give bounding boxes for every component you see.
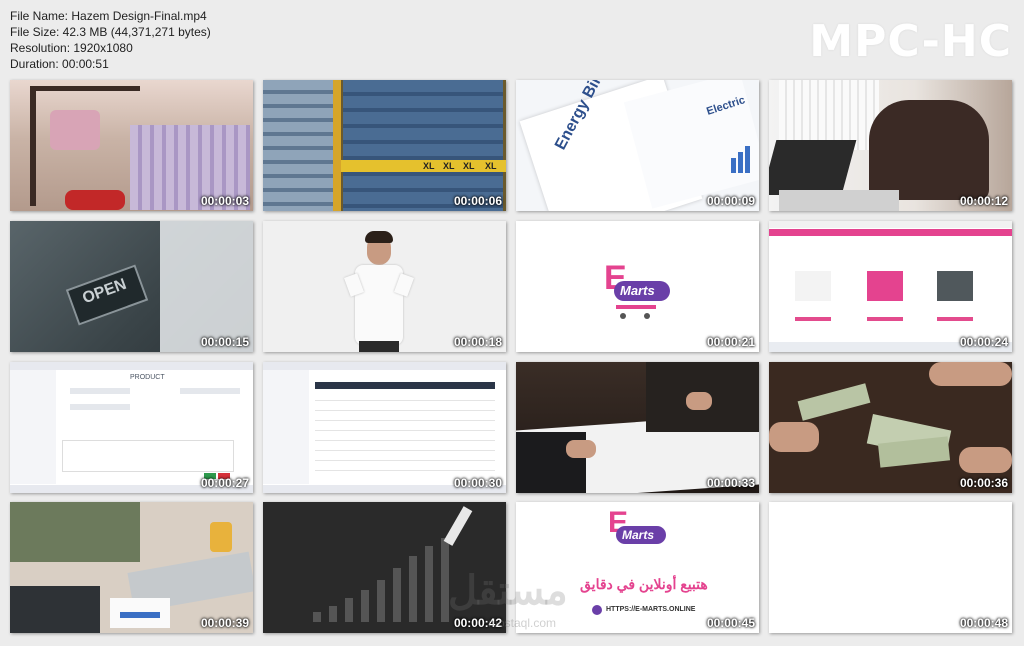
thumbnail-timestamp: 00:00:03 — [200, 194, 249, 208]
emarts-promo-text: Marts — [622, 528, 655, 542]
duration: Duration: 00:00:51 — [10, 57, 109, 71]
promo-url[interactable]: HTTPS://E-MARTS.ONLINE — [606, 606, 695, 613]
player-logo: MPC-HC — [809, 16, 1012, 67]
file-name: File Name: Hazem Design-Final.mp4 — [10, 9, 207, 23]
thumbnail-timestamp: 00:00:24 — [959, 335, 1008, 349]
thumbnail-accounting[interactable]: 00:00:39 — [10, 502, 253, 633]
thumbnail-blank[interactable]: 00:00:48 — [769, 502, 1012, 633]
thumbnail-handshake[interactable]: 00:00:33 — [516, 362, 759, 493]
thumbnail-timestamp: 00:00:18 — [453, 335, 502, 349]
thumbnail-clothing-store[interactable]: 00:00:03 — [10, 80, 253, 211]
watermark-latin: mostaql.com — [488, 616, 557, 630]
thumbnail-timestamp: 00:00:21 — [706, 335, 755, 349]
shelf-label: XL — [485, 161, 497, 171]
thumbnail-timestamp: 00:00:06 — [453, 194, 502, 208]
thumbnail-emarts-logo[interactable]: E Marts 00:00:21 — [516, 221, 759, 352]
thumbnail-open-sign[interactable]: OPEN 00:00:15 — [10, 221, 253, 352]
thumbnail-timestamp: 00:00:36 — [959, 476, 1008, 490]
thumbnail-timestamp: 00:00:30 — [453, 476, 502, 490]
promo-headline: هتبيع أونلاين في دقايق — [580, 576, 708, 592]
shelf-label: XL — [463, 161, 475, 171]
thumbnail-timestamp: 00:00:33 — [706, 476, 755, 490]
watermark-arabic: مستقل — [448, 569, 568, 613]
thumbnail-dashboard-table[interactable]: 00:00:30 — [263, 362, 506, 493]
thumbnail-store-website[interactable]: 00:00:24 — [769, 221, 1012, 352]
thumbnail-timestamp: 00:00:09 — [706, 194, 755, 208]
thumbnail-timestamp: 00:00:39 — [200, 616, 249, 630]
thumbnail-jeans-shelves[interactable]: XL XL XL XL 00:00:06 — [263, 80, 506, 211]
thumbnail-man-pointing[interactable]: 00:00:18 — [263, 221, 506, 352]
form-title: PRODUCT — [130, 374, 165, 381]
file-info: File Name: Hazem Design-Final.mp4 File S… — [10, 8, 211, 72]
shelf-label: XL — [443, 161, 455, 171]
thumbnail-timestamp: 00:00:27 — [200, 476, 249, 490]
shelf-label: XL — [423, 161, 435, 171]
emarts-logo-text: Marts — [620, 283, 655, 298]
file-size: File Size: 42.3 MB (44,371,271 bytes) — [10, 25, 211, 39]
thumbnail-money-exchange[interactable]: 00:00:36 — [769, 362, 1012, 493]
thumbnail-timestamp: 00:00:15 — [200, 335, 249, 349]
thumbnail-stressed-man[interactable]: 00:00:12 — [769, 80, 1012, 211]
thumbnail-product-form[interactable]: PRODUCT 00:00:27 — [10, 362, 253, 493]
resolution: Resolution: 1920x1080 — [10, 41, 133, 55]
thumbnail-timestamp: 00:00:12 — [959, 194, 1008, 208]
thumbnail-energy-bill[interactable]: Energy Bill Electric 00:00:09 — [516, 80, 759, 211]
thumbnail-timestamp: 00:00:48 — [959, 616, 1008, 630]
thumbnail-timestamp: 00:00:45 — [706, 616, 755, 630]
